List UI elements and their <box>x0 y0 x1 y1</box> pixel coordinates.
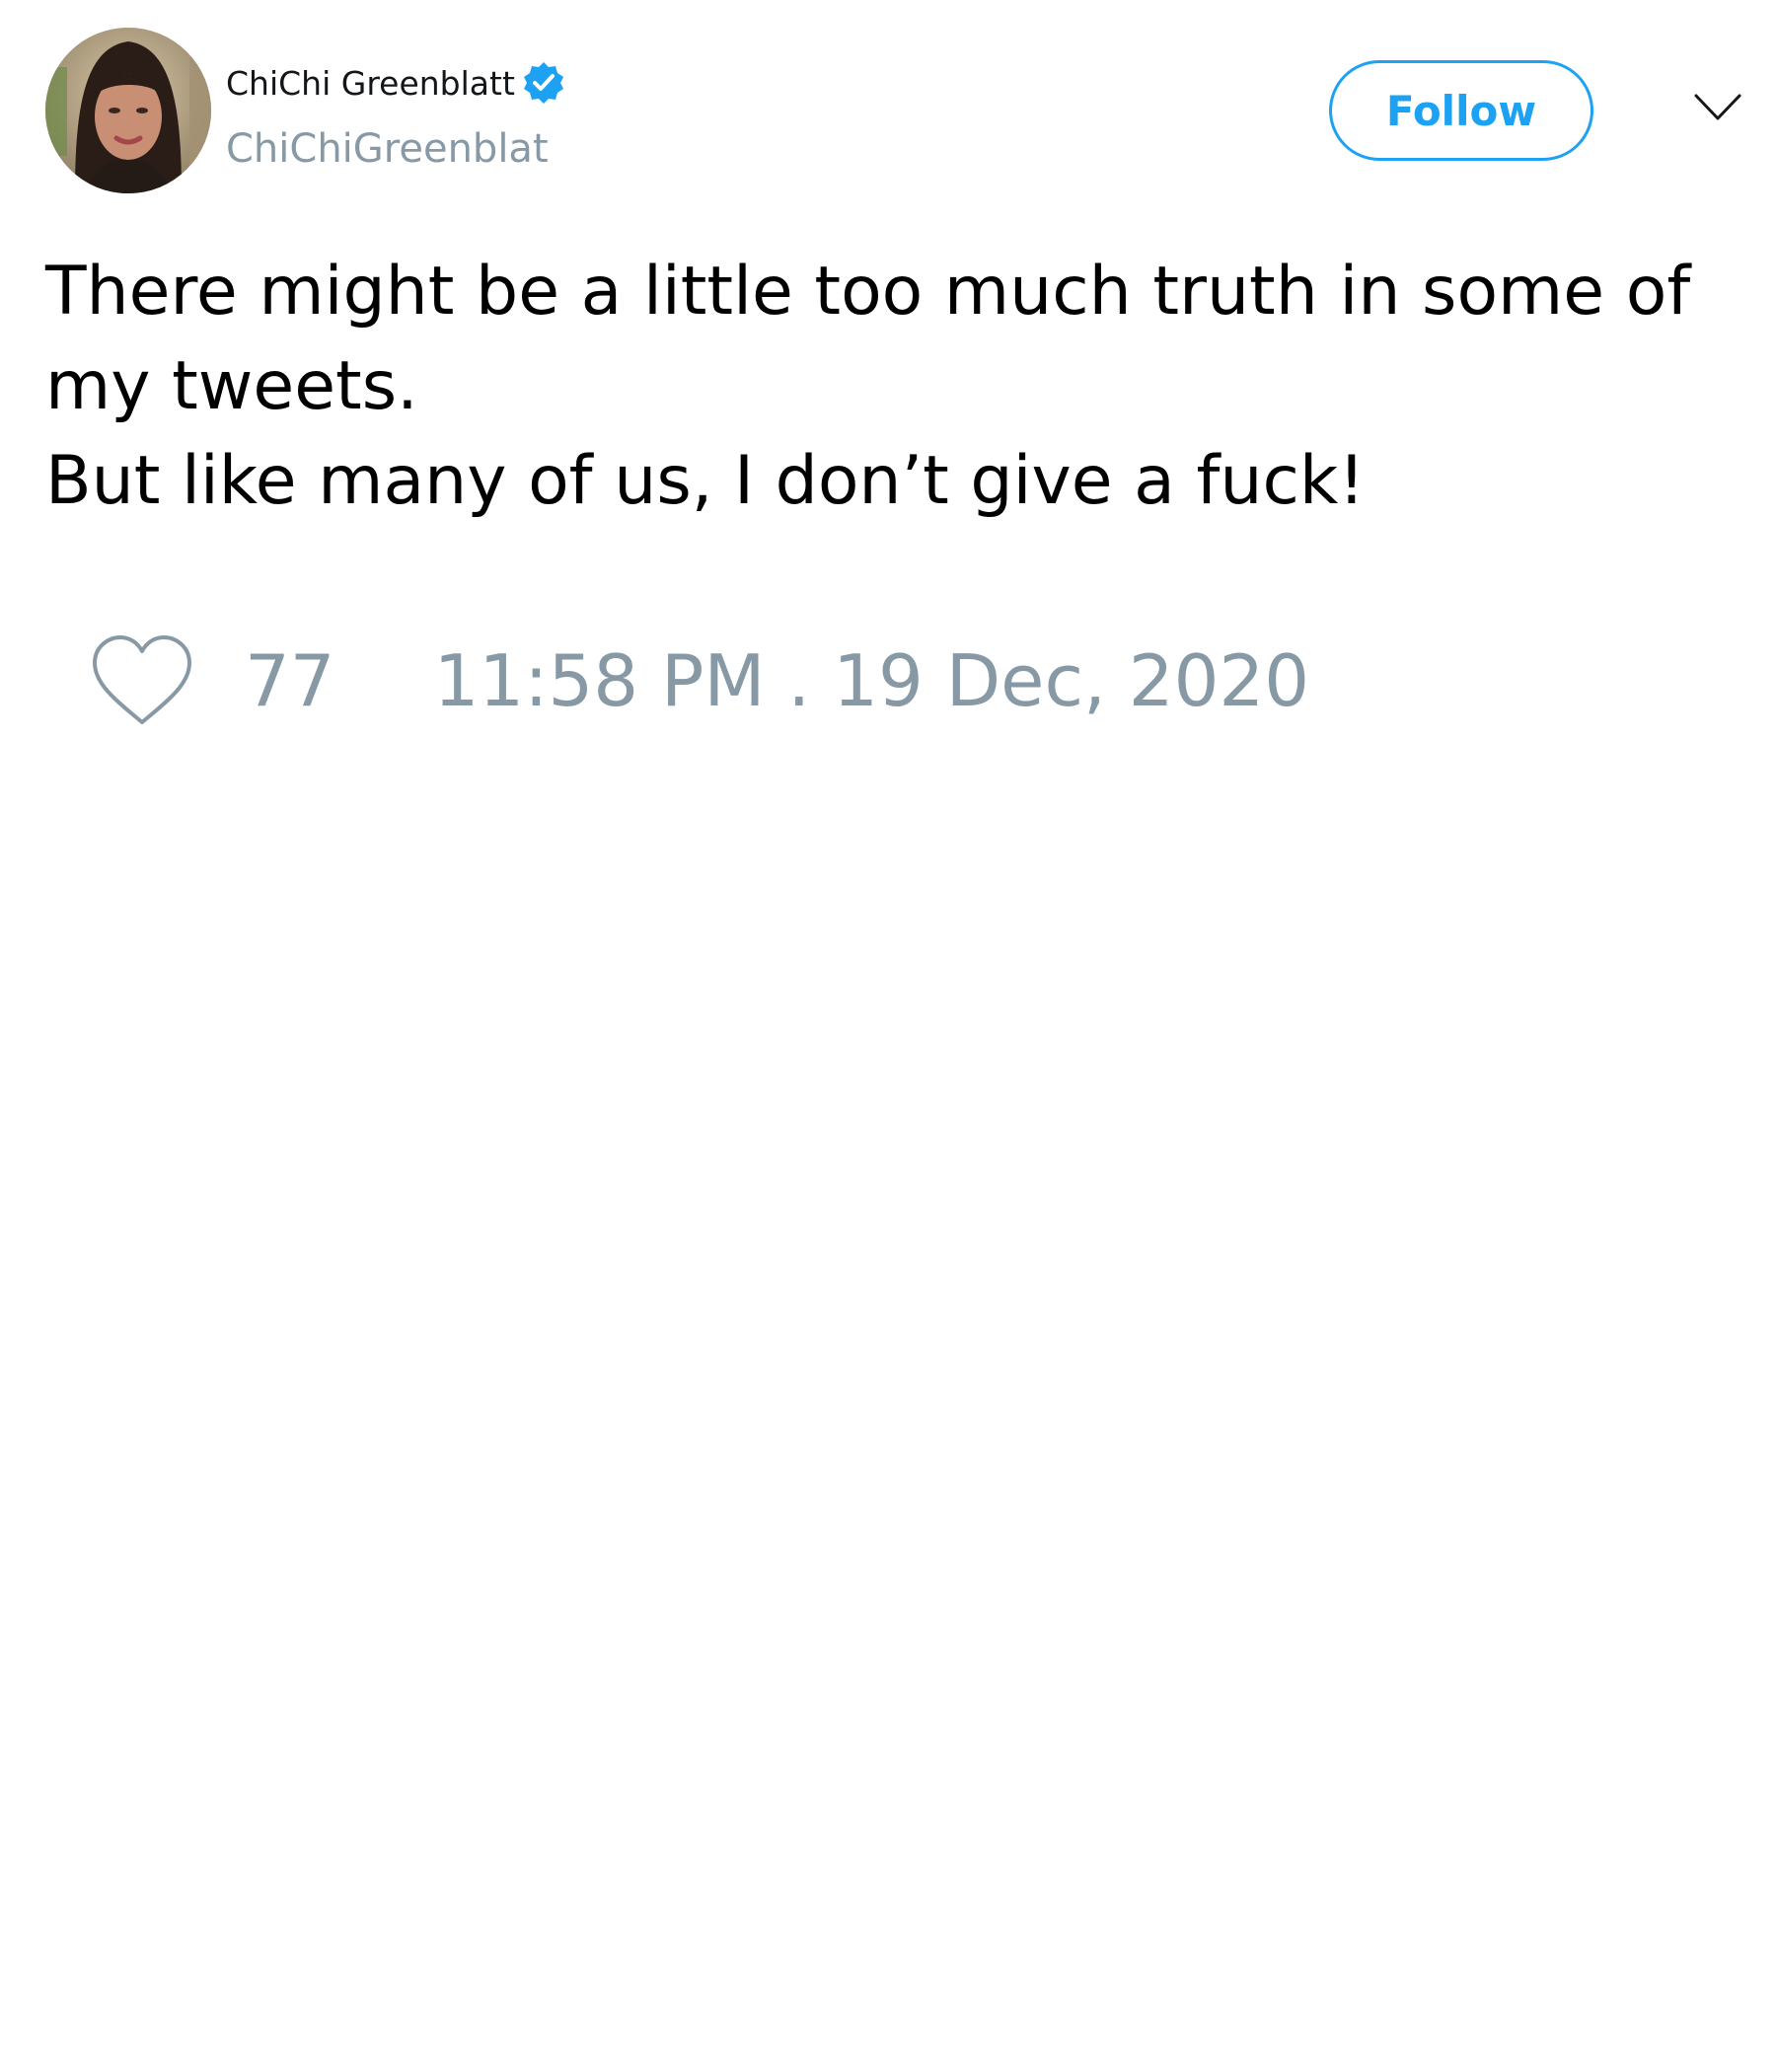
tweet-text: There might be a little too much truth i… <box>45 245 1762 529</box>
avatar[interactable] <box>45 28 211 193</box>
heart-icon[interactable] <box>89 633 195 728</box>
display-name-row: ChiChi Greenblatt <box>226 61 566 105</box>
timestamp[interactable]: 11:58 PM . 19 Dec, 2020 <box>434 639 1309 722</box>
tweet-card: ChiChi Greenblatt ChiChiGreenblat Follow… <box>0 0 1776 2072</box>
tweet-text-line: But like many of us, I don’t give a fuck… <box>45 442 1366 520</box>
chevron-down-icon[interactable] <box>1693 91 1742 124</box>
display-name[interactable]: ChiChi Greenblatt <box>226 64 515 103</box>
tweet-footer: 77 11:58 PM . 19 Dec, 2020 <box>89 631 1309 730</box>
avatar-photo <box>45 28 211 193</box>
like-count: 77 <box>245 639 335 722</box>
handle[interactable]: ChiChiGreenblat <box>226 126 549 172</box>
verified-badge-icon <box>521 60 566 106</box>
tweet-text-line: my tweets. <box>45 347 418 425</box>
tweet-text-line: There might be a little too much truth i… <box>45 253 1691 331</box>
follow-button[interactable]: Follow <box>1329 60 1593 161</box>
